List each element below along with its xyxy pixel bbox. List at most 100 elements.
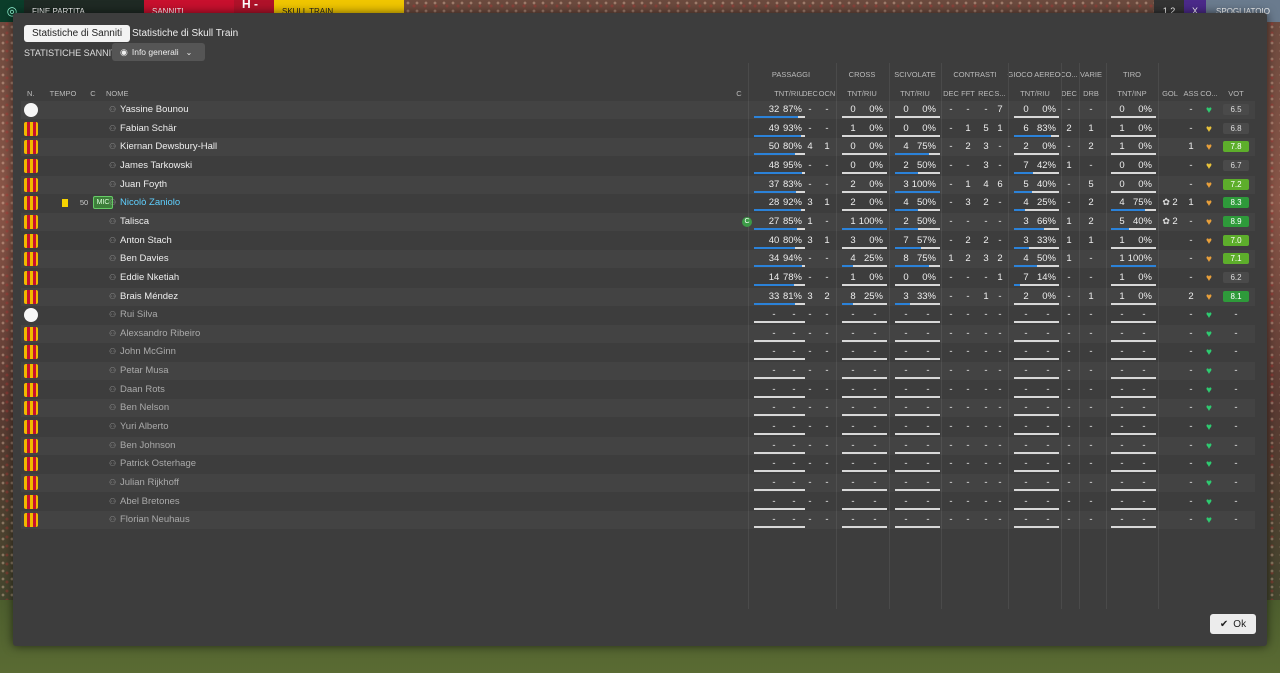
stat-dash: - (1089, 495, 1093, 507)
table-row[interactable]: ⚇ Talisca C 27 85% 1-1 100% 2 50% - - - -3 66% 1 2 5 40% ✿… (21, 213, 1255, 231)
player-name[interactable]: Florian Neuhaus (120, 514, 190, 525)
table-row[interactable]: ⚇ Eddie Nketiah 14 78% - -1 0% 0 0% - - -1 7 14% - -1 0%… (21, 269, 1255, 287)
success-bar (1014, 153, 1059, 156)
stat-dash: - (873, 421, 877, 433)
player-name[interactable]: Daan Rots (120, 384, 165, 395)
table-row[interactable]: ⚇ Abel Bretones - - - - - - - - - - - - - - - - - - - ♥ - (21, 493, 1255, 511)
stat-attempts: 8 (850, 290, 856, 302)
stat-value: - (949, 290, 953, 302)
stat-dash: - (851, 421, 855, 433)
player-name[interactable]: Abel Bretones (120, 496, 180, 507)
stat-dash: - (949, 327, 953, 339)
stat-value: - (949, 122, 953, 134)
player-name[interactable]: Talisca (120, 216, 149, 227)
player-name[interactable]: James Tarkowski (120, 160, 192, 171)
player-name[interactable]: Petar Musa (120, 365, 169, 376)
stat-value: 1 (965, 178, 971, 190)
player-rating: 8.3 (1223, 197, 1249, 209)
player-name[interactable]: Alexsandro Ribeiro (120, 328, 200, 339)
morale-heart-icon: ♥ (1206, 142, 1212, 154)
player-name[interactable]: Juan Foyth (120, 179, 167, 190)
person-icon: ⚇ (109, 272, 117, 282)
stat-dash: - (904, 327, 908, 339)
stat-value: 5 (983, 122, 989, 134)
success-bar-fill (895, 265, 929, 268)
table-row[interactable]: ⚇ James Tarkowski 48 95% - -0 0% 2 50% - -3-7 42% 1-… (21, 157, 1255, 175)
group-header-co: CO... (1060, 70, 1078, 79)
rating-dash: - (1234, 514, 1238, 526)
player-name[interactable]: Brais Méndez (120, 291, 178, 302)
success-bar (842, 526, 887, 529)
player-name[interactable]: Nicolò Zaniolo (120, 197, 180, 208)
stat-value: - (966, 290, 970, 302)
stat-value: - (998, 290, 1002, 302)
tab-sanniti-stats[interactable]: Statistiche di Sanniti (24, 25, 131, 42)
table-row[interactable]: ⚇ John McGinn - - - - - - - - - - - - - - - - - - - ♥ - (21, 343, 1255, 361)
player-name[interactable]: Patrick Osterhage (120, 458, 196, 469)
stat-dash: - (998, 327, 1002, 339)
player-name[interactable]: Ben Nelson (120, 402, 169, 413)
ok-button[interactable]: ✔ Ok (1210, 614, 1256, 634)
stat-dash: - (1120, 383, 1124, 395)
success-bar (754, 489, 805, 491)
table-row[interactable]: ⚇ Ben Nelson - - - - - - - - - - - - - - - - - - - ♥ - (21, 399, 1255, 417)
stat-dash: - (966, 439, 970, 451)
stat-percentage: 50% (916, 197, 936, 209)
table-row[interactable]: ⚇ Yassine Bounou 32 87% - -0 0% 0 0% - - -7 0 0% - -0 0%… (21, 101, 1255, 119)
player-name[interactable]: Yassine Bounou (120, 104, 189, 115)
player-name[interactable]: Fabian Schär (120, 123, 177, 134)
stat-dash: - (772, 439, 776, 451)
stat-dash: - (1189, 421, 1193, 433)
info-view-dropdown[interactable]: ◉ Info generali ⌄ (112, 43, 205, 61)
stat-value: - (825, 215, 829, 227)
stat-value: - (1089, 253, 1093, 265)
stat-attempts: 3 (1023, 234, 1029, 246)
stat-dash: - (1046, 346, 1050, 358)
success-bar-fill (1014, 283, 1021, 286)
person-icon: ⚇ (109, 384, 117, 394)
success-bar (1111, 395, 1156, 398)
success-bar (754, 265, 805, 268)
morale-heart-icon: ♥ (1206, 515, 1212, 527)
table-row[interactable]: 50 MIC ⚇ Nicolò Zaniolo 28 92% 3 1 2 0% 4 50% -3 2-4 2… (21, 194, 1255, 212)
tab-skull-train-stats[interactable]: Statistiche di Skull Train (124, 25, 246, 42)
table-row[interactable]: ⚇ Kiernan Dewsbury-Hall 50 80% 4 1 0 0% 4 75% -2 3-… (21, 138, 1255, 156)
table-row[interactable]: ⚇ Alexsandro Ribeiro - - - - - - - - - - - - - - - - - - - ♥ - (21, 325, 1255, 343)
player-name[interactable]: John McGinn (120, 346, 176, 357)
table-row[interactable]: ⚇ Juan Foyth 37 83% - -2 0% 3 100% -1 4 6 5 40% -5 0 0% -… (21, 176, 1255, 194)
stat-percentage: 57% (916, 234, 936, 246)
stat-dash: - (1189, 495, 1193, 507)
table-row[interactable]: ⚇ Petar Musa - - - - - - - - - - - - - - - - - - - ♥ - (21, 362, 1255, 380)
player-name[interactable]: Ben Johnson (120, 440, 175, 451)
table-row[interactable]: ⚇ Ben Davies 34 94% - -4 25% 8 75% 1 2 3 2 4 50% 1-1 100… (21, 250, 1255, 268)
table-row[interactable]: ⚇ Rui Silva - - - - - - - - - - - - - - - - - - - ♥ - (21, 306, 1255, 324)
captain-badge: C (742, 216, 752, 227)
player-name[interactable]: Kiernan Dewsbury-Hall (120, 141, 217, 152)
table-row[interactable]: ⚇ Ben Johnson - - - - - - - - - - - - - - - - - - - ♥ - (21, 437, 1255, 455)
stat-attempts: 4 (1023, 253, 1029, 265)
table-row[interactable]: ⚇ Brais Méndez 33 81% 3 2 8 25% 3 33% - -1-2 0% -1 1 0%… (21, 288, 1255, 306)
player-name[interactable]: Anton Stach (120, 235, 172, 246)
stat-value: - (998, 215, 1002, 227)
player-name[interactable]: Rui Silva (120, 309, 158, 320)
assists-value: - (1189, 215, 1193, 227)
success-bar (754, 321, 805, 324)
player-name[interactable]: Ben Davies (120, 253, 169, 264)
stat-dash: - (1142, 346, 1146, 358)
table-row[interactable]: ⚇ Julian Rijkhoff - - - - - - - - - - - - - - - - - - - ♥ - (21, 474, 1255, 492)
stat-dash: - (949, 383, 953, 395)
player-name[interactable]: Eddie Nketiah (120, 272, 179, 283)
player-name[interactable]: Yuri Alberto (120, 421, 169, 432)
stat-dash: - (772, 477, 776, 488)
table-row[interactable]: ⚇ Patrick Osterhage - - - - - - - - - - - - - - - - - - - ♥ - (21, 455, 1255, 473)
stat-value: - (998, 159, 1002, 171)
stat-dash: - (949, 309, 953, 321)
table-row[interactable]: ⚇ Yuri Alberto - - - - - - - - - - - - - - - - - - - ♥ - (21, 418, 1255, 436)
table-row[interactable]: ⚇ Florian Neuhaus - - - - - - - - - - - - - - - - - - - ♥ - (21, 511, 1255, 529)
shirt-icon (24, 140, 38, 155)
table-row[interactable]: ⚇ Anton Stach 40 80% 3 1 3 0% 7 57% -2 2-3 33% 1 1 1 0% -… (21, 232, 1255, 250)
table-row[interactable]: ⚇ Fabian Schär 49 93% - -1 0% 0 0% -1 5 1 6 83% 2 1 1 0% -… (21, 120, 1255, 138)
table-row[interactable]: ⚇ Daan Rots - - - - - - - - - - - - - - - - - - - ♥ - (21, 381, 1255, 399)
player-name[interactable]: Julian Rijkhoff (120, 477, 179, 488)
stat-value: - (998, 234, 1002, 246)
